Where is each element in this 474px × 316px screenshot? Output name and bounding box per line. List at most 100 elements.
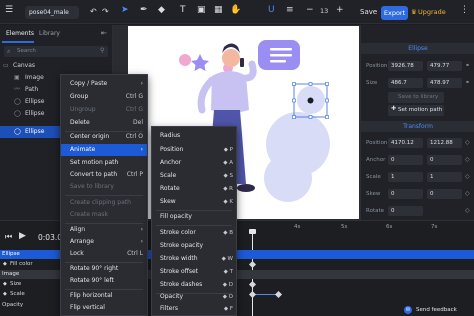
- magnet-icon[interactable]: U: [268, 6, 275, 15]
- submenu-item-position[interactable]: Position ◆ P: [152, 144, 236, 156]
- scale-y-field[interactable]: 1: [427, 172, 462, 182]
- shape-tool-icon[interactable]: ◆: [158, 6, 165, 15]
- menu-item-label: Create mask: [70, 211, 108, 218]
- filter-icon[interactable]: ⚲: [100, 47, 104, 54]
- zoom-level: 13: [320, 7, 329, 15]
- menu-item-flip-vertical[interactable]: Flip vertical: [61, 302, 147, 314]
- layer-label: Ellipse: [25, 110, 45, 117]
- menu-item-label: Save to library: [70, 183, 114, 190]
- submenu-item-skew[interactable]: Skew ◆ K: [152, 196, 236, 208]
- skew-y-field[interactable]: 0: [427, 189, 462, 199]
- menu-item-copy-paste[interactable]: Copy / Paste ›: [61, 78, 147, 90]
- menu-item-save-to-library[interactable]: Save to library: [61, 181, 147, 193]
- align-icon[interactable]: ≡: [286, 6, 294, 15]
- submenu-item-scale[interactable]: Scale ◆ S: [152, 170, 236, 182]
- submenu-item-label: Fill opacity: [160, 213, 192, 220]
- menu-item-shortcut: Ctrl L: [127, 250, 143, 257]
- position-x-field[interactable]: 3926.78: [388, 61, 423, 71]
- keyframe-icon: ◆: [3, 261, 7, 267]
- t-position-x-field[interactable]: 4170.12: [388, 138, 423, 148]
- undo-icon[interactable]: ↶: [90, 7, 97, 16]
- section-title: Ellipse: [361, 43, 474, 54]
- anchor-y-field[interactable]: 0: [427, 155, 462, 165]
- menu-item-delete[interactable]: Delete Del: [61, 117, 147, 129]
- filename-field[interactable]: pose04_male: [25, 6, 79, 19]
- layer-canvas[interactable]: ▭ Canvas: [0, 60, 113, 72]
- menu-item-rotate-right[interactable]: Rotate 90° right: [61, 263, 147, 275]
- submenu-item-label: Skew: [160, 198, 176, 205]
- select-tool-icon[interactable]: ➤: [121, 6, 129, 15]
- submenu-item-radius[interactable]: Radius: [152, 130, 236, 142]
- menu-item-flip-horizontal[interactable]: Flip horizontal: [61, 290, 147, 302]
- upgrade-button[interactable]: Upgrade: [418, 8, 446, 16]
- keyframe-icon[interactable]: ◇: [465, 156, 470, 163]
- menu-item-create-clipping-path[interactable]: Create clipping path: [61, 197, 147, 209]
- set-motion-path-button[interactable]: Set motion path: [388, 105, 444, 116]
- submenu-item-rotate[interactable]: Rotate ◆ R: [152, 183, 236, 195]
- save-button[interactable]: Save: [360, 8, 377, 16]
- lock-ratio-icon[interactable]: ⚭: [465, 79, 470, 86]
- panel-collapse-icon[interactable]: ⇤: [101, 29, 107, 37]
- anchor-x-field[interactable]: 0: [388, 155, 423, 165]
- submenu-item-label: Scale: [160, 172, 177, 179]
- menu-item-create-mask[interactable]: Create mask: [61, 209, 147, 221]
- menu-item-center-origin[interactable]: Center origin Ctrl O: [61, 131, 147, 143]
- submenu-item-stroke-width[interactable]: Stroke width ◆ W: [152, 253, 236, 265]
- text-tool-icon[interactable]: T: [180, 6, 186, 15]
- layer-search-input[interactable]: Search: [4, 46, 108, 57]
- t-position-y-field[interactable]: 1212.88: [427, 138, 462, 148]
- menu-item-animate[interactable]: Animate ›: [61, 144, 147, 156]
- tab-elements[interactable]: Elements: [6, 30, 34, 37]
- submenu-item-filters[interactable]: Filters ◆ F: [152, 303, 236, 315]
- menu-item-align[interactable]: Align ›: [61, 224, 147, 236]
- menu-item-rotate-left[interactable]: Rotate 90° left: [61, 275, 147, 287]
- tab-library[interactable]: Library: [39, 30, 60, 37]
- grid-tool-icon[interactable]: ▦: [214, 6, 223, 15]
- submenu-item-stroke-color[interactable]: Stroke color ◆ B: [152, 227, 236, 239]
- zoom-out-icon[interactable]: −: [306, 6, 314, 15]
- submenu-item-opacity[interactable]: Opacity ◆ O: [152, 291, 236, 303]
- submenu-item-fill-opacity[interactable]: Fill opacity: [152, 211, 236, 223]
- ellipse-shape: [264, 154, 312, 202]
- play-icon[interactable]: ▶: [19, 231, 26, 241]
- keyframe-icon[interactable]: ◇: [465, 139, 470, 146]
- keyframe-icon[interactable]: ◇: [465, 207, 470, 214]
- crown-icon: ♛: [411, 8, 417, 16]
- image-tool-icon[interactable]: ▣: [197, 6, 206, 15]
- zoom-in-icon[interactable]: +: [336, 6, 344, 15]
- menu-item-arrange[interactable]: Arrange ›: [61, 236, 147, 248]
- submenu-item-stroke-opacity[interactable]: Stroke opacity: [152, 240, 236, 252]
- send-feedback-label: Send feedback: [416, 307, 457, 313]
- timeline-row-label: Ellipse: [2, 251, 20, 257]
- keyframe-icon[interactable]: ◇: [465, 190, 470, 197]
- menu-item-lock[interactable]: Lock Ctrl L: [61, 248, 147, 260]
- position-y-field[interactable]: 479.77: [427, 61, 462, 71]
- scale-x-field[interactable]: 1: [388, 172, 423, 182]
- menu-icon[interactable]: ☰: [5, 6, 13, 15]
- submenu-item-anchor[interactable]: Anchor ◆ A: [152, 157, 236, 169]
- rewind-icon[interactable]: ⏮: [5, 232, 12, 242]
- export-button[interactable]: Export: [381, 6, 408, 20]
- pen-tool-icon[interactable]: ✒: [140, 6, 148, 15]
- size-label: Size: [366, 80, 378, 86]
- redo-icon[interactable]: ↷: [102, 7, 109, 16]
- submenu-item-stroke-dashes[interactable]: Stroke dashes ◆ D: [152, 279, 236, 291]
- submenu-item-stroke-offset[interactable]: Stroke offset ◆ T: [152, 266, 236, 278]
- menu-item-ungroup[interactable]: Ungroup Ctrl G: [61, 104, 147, 116]
- size-w-field[interactable]: 486.7: [388, 78, 423, 88]
- menu-item-group[interactable]: Group Ctrl G: [61, 91, 147, 103]
- link-icon[interactable]: ⚭: [465, 62, 470, 69]
- keyframe-icon[interactable]: ◇: [465, 173, 470, 180]
- more-icon[interactable]: ⋮: [460, 6, 469, 15]
- pan-tool-icon[interactable]: ✋: [230, 6, 241, 15]
- submenu-item-label: Opacity: [160, 293, 184, 300]
- playhead-handle[interactable]: [249, 229, 256, 234]
- size-h-field[interactable]: 478.97: [427, 78, 462, 88]
- menu-item-convert-to-path[interactable]: Convert to path Ctrl P: [61, 169, 147, 181]
- skew-x-field[interactable]: 0: [388, 189, 423, 199]
- save-to-library-button[interactable]: Save to library: [388, 92, 444, 103]
- rotate-field[interactable]: 0: [388, 206, 423, 216]
- send-feedback-button[interactable]: ✉ Send feedback: [404, 305, 464, 316]
- timeline-row-label: Size: [10, 281, 22, 287]
- menu-item-set-motion-path[interactable]: Set motion path: [61, 157, 147, 169]
